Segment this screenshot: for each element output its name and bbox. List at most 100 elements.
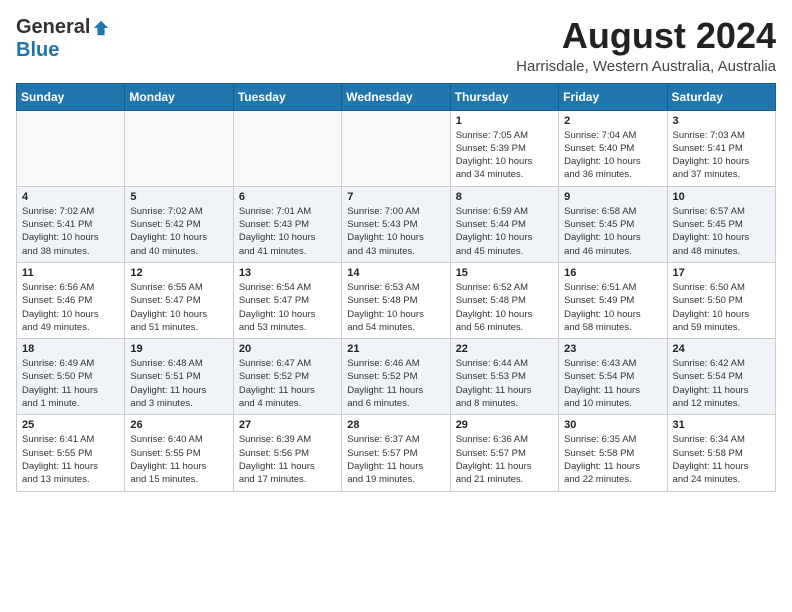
- logo-icon: [92, 19, 110, 37]
- calendar-cell: 31 Sunrise: 6:34 AM Sunset: 5:58 PM Dayli…: [667, 415, 775, 491]
- day-info: Sunrise: 6:34 AM Sunset: 5:58 PM Dayligh…: [673, 433, 770, 486]
- calendar-cell: 16 Sunrise: 6:51 AM Sunset: 5:49 PM Dayli…: [559, 262, 667, 338]
- day-info: Sunrise: 7:05 AM Sunset: 5:39 PM Dayligh…: [456, 129, 553, 182]
- calendar-cell: 24 Sunrise: 6:42 AM Sunset: 5:54 PM Dayli…: [667, 339, 775, 415]
- day-number: 27: [239, 419, 336, 431]
- day-number: 16: [564, 267, 661, 279]
- day-info: Sunrise: 6:49 AM Sunset: 5:50 PM Dayligh…: [22, 357, 119, 410]
- day-info: Sunrise: 6:51 AM Sunset: 5:49 PM Dayligh…: [564, 281, 661, 334]
- calendar-cell: [233, 110, 341, 186]
- calendar-cell: 29Sunrise: 6:36 AM Sunset: 5:57 PM Dayli…: [450, 415, 558, 491]
- day-info: Sunrise: 6:58 AM Sunset: 5:45 PM Dayligh…: [564, 205, 661, 258]
- calendar-header-thursday: Thursday: [450, 83, 558, 110]
- calendar-cell: 20Sunrise: 6:47 AM Sunset: 5:52 PM Dayli…: [233, 339, 341, 415]
- day-info: Sunrise: 6:43 AM Sunset: 5:54 PM Dayligh…: [564, 357, 661, 410]
- day-number: 29: [456, 419, 553, 431]
- calendar-cell: 1 Sunrise: 7:05 AM Sunset: 5:39 PM Daylig…: [450, 110, 558, 186]
- day-info: Sunrise: 6:47 AM Sunset: 5:52 PM Dayligh…: [239, 357, 336, 410]
- calendar-week-row: 18Sunrise: 6:49 AM Sunset: 5:50 PM Dayli…: [17, 339, 776, 415]
- day-number: 1: [456, 115, 553, 127]
- calendar-cell: 15 Sunrise: 6:52 AM Sunset: 5:48 PM Dayli…: [450, 262, 558, 338]
- day-info: Sunrise: 6:39 AM Sunset: 5:56 PM Dayligh…: [239, 433, 336, 486]
- day-info: Sunrise: 6:59 AM Sunset: 5:44 PM Dayligh…: [456, 205, 553, 258]
- day-info: Sunrise: 6:56 AM Sunset: 5:46 PM Dayligh…: [22, 281, 119, 334]
- day-number: 13: [239, 267, 336, 279]
- day-info: Sunrise: 6:42 AM Sunset: 5:54 PM Dayligh…: [673, 357, 770, 410]
- day-number: 28: [347, 419, 444, 431]
- calendar-cell: 22 Sunrise: 6:44 AM Sunset: 5:53 PM Dayli…: [450, 339, 558, 415]
- calendar-cell: 11 Sunrise: 6:56 AM Sunset: 5:46 PM Dayli…: [17, 262, 125, 338]
- calendar-cell: 9 Sunrise: 6:58 AM Sunset: 5:45 PM Daylig…: [559, 186, 667, 262]
- calendar-cell: 23 Sunrise: 6:43 AM Sunset: 5:54 PM Dayli…: [559, 339, 667, 415]
- day-number: 7: [347, 191, 444, 203]
- calendar-cell: 7 Sunrise: 7:00 AM Sunset: 5:43 PM Daylig…: [342, 186, 450, 262]
- calendar-cell: 25Sunrise: 6:41 AM Sunset: 5:55 PM Dayli…: [17, 415, 125, 491]
- day-info: Sunrise: 6:55 AM Sunset: 5:47 PM Dayligh…: [130, 281, 227, 334]
- day-number: 22: [456, 343, 553, 355]
- day-number: 9: [564, 191, 661, 203]
- day-info: Sunrise: 6:41 AM Sunset: 5:55 PM Dayligh…: [22, 433, 119, 486]
- calendar-cell: 30 Sunrise: 6:35 AM Sunset: 5:58 PM Dayli…: [559, 415, 667, 491]
- calendar-cell: 21Sunrise: 6:46 AM Sunset: 5:52 PM Dayli…: [342, 339, 450, 415]
- day-info: Sunrise: 7:01 AM Sunset: 5:43 PM Dayligh…: [239, 205, 336, 258]
- day-info: Sunrise: 6:50 AM Sunset: 5:50 PM Dayligh…: [673, 281, 770, 334]
- calendar-week-row: 11 Sunrise: 6:56 AM Sunset: 5:46 PM Dayli…: [17, 262, 776, 338]
- calendar-header-wednesday: Wednesday: [342, 83, 450, 110]
- calendar-cell: 14Sunrise: 6:53 AM Sunset: 5:48 PM Dayli…: [342, 262, 450, 338]
- day-info: Sunrise: 6:57 AM Sunset: 5:45 PM Dayligh…: [673, 205, 770, 258]
- day-info: Sunrise: 6:48 AM Sunset: 5:51 PM Dayligh…: [130, 357, 227, 410]
- calendar-cell: 3 Sunrise: 7:03 AM Sunset: 5:41 PM Daylig…: [667, 110, 775, 186]
- day-number: 24: [673, 343, 770, 355]
- day-number: 8: [456, 191, 553, 203]
- calendar-week-row: 4Sunrise: 7:02 AM Sunset: 5:41 PM Daylig…: [17, 186, 776, 262]
- day-number: 31: [673, 419, 770, 431]
- day-info: Sunrise: 6:54 AM Sunset: 5:47 PM Dayligh…: [239, 281, 336, 334]
- calendar-cell: [17, 110, 125, 186]
- day-number: 2: [564, 115, 661, 127]
- calendar-cell: 27 Sunrise: 6:39 AM Sunset: 5:56 PM Dayli…: [233, 415, 341, 491]
- calendar-header-friday: Friday: [559, 83, 667, 110]
- title-section: August 2024 Harrisdale, Western Australi…: [516, 16, 776, 75]
- day-number: 11: [22, 267, 119, 279]
- day-info: Sunrise: 7:03 AM Sunset: 5:41 PM Dayligh…: [673, 129, 770, 182]
- subtitle: Harrisdale, Western Australia, Australia: [516, 58, 776, 75]
- day-info: Sunrise: 6:40 AM Sunset: 5:55 PM Dayligh…: [130, 433, 227, 486]
- calendar-cell: 2 Sunrise: 7:04 AM Sunset: 5:40 PM Daylig…: [559, 110, 667, 186]
- day-number: 19: [130, 343, 227, 355]
- calendar-cell: 26 Sunrise: 6:40 AM Sunset: 5:55 PM Dayli…: [125, 415, 233, 491]
- day-number: 6: [239, 191, 336, 203]
- day-number: 3: [673, 115, 770, 127]
- calendar-cell: 6 Sunrise: 7:01 AM Sunset: 5:43 PM Daylig…: [233, 186, 341, 262]
- calendar-cell: 4Sunrise: 7:02 AM Sunset: 5:41 PM Daylig…: [17, 186, 125, 262]
- day-number: 26: [130, 419, 227, 431]
- calendar-cell: 19 Sunrise: 6:48 AM Sunset: 5:51 PM Dayli…: [125, 339, 233, 415]
- day-number: 30: [564, 419, 661, 431]
- calendar-cell: [342, 110, 450, 186]
- calendar-cell: 18Sunrise: 6:49 AM Sunset: 5:50 PM Dayli…: [17, 339, 125, 415]
- day-number: 23: [564, 343, 661, 355]
- day-number: 21: [347, 343, 444, 355]
- day-info: Sunrise: 7:04 AM Sunset: 5:40 PM Dayligh…: [564, 129, 661, 182]
- calendar-table: SundayMondayTuesdayWednesdayThursdayFrid…: [16, 83, 776, 492]
- day-info: Sunrise: 7:02 AM Sunset: 5:42 PM Dayligh…: [130, 205, 227, 258]
- calendar-cell: [125, 110, 233, 186]
- day-info: Sunrise: 6:44 AM Sunset: 5:53 PM Dayligh…: [456, 357, 553, 410]
- calendar-header-tuesday: Tuesday: [233, 83, 341, 110]
- day-number: 5: [130, 191, 227, 203]
- logo-blue: Blue: [16, 39, 59, 61]
- day-info: Sunrise: 7:00 AM Sunset: 5:43 PM Dayligh…: [347, 205, 444, 258]
- calendar-header-row: SundayMondayTuesdayWednesdayThursdayFrid…: [17, 83, 776, 110]
- day-number: 10: [673, 191, 770, 203]
- main-title: August 2024: [516, 16, 776, 56]
- calendar-cell: 17 Sunrise: 6:50 AM Sunset: 5:50 PM Dayli…: [667, 262, 775, 338]
- calendar-header-monday: Monday: [125, 83, 233, 110]
- calendar-header-saturday: Saturday: [667, 83, 775, 110]
- day-number: 17: [673, 267, 770, 279]
- day-info: Sunrise: 7:02 AM Sunset: 5:41 PM Dayligh…: [22, 205, 119, 258]
- calendar-cell: 12Sunrise: 6:55 AM Sunset: 5:47 PM Dayli…: [125, 262, 233, 338]
- calendar-cell: 13 Sunrise: 6:54 AM Sunset: 5:47 PM Dayli…: [233, 262, 341, 338]
- logo-general: General: [16, 16, 90, 39]
- day-info: Sunrise: 6:35 AM Sunset: 5:58 PM Dayligh…: [564, 433, 661, 486]
- day-info: Sunrise: 6:52 AM Sunset: 5:48 PM Dayligh…: [456, 281, 553, 334]
- day-number: 15: [456, 267, 553, 279]
